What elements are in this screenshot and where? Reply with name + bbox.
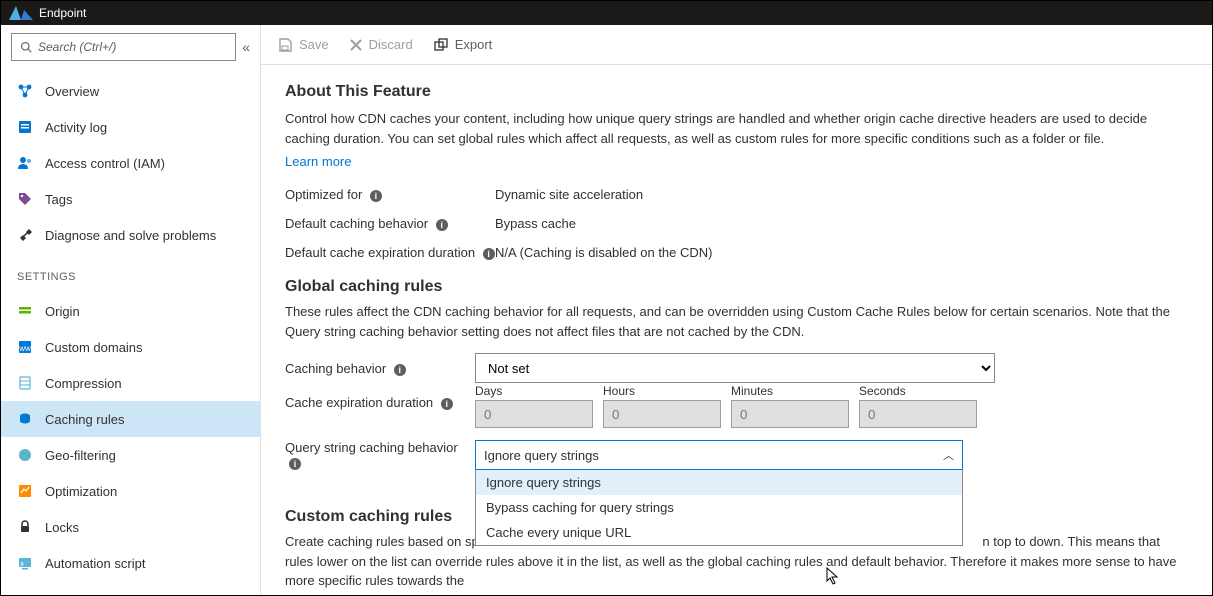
qscb-label: Query string caching behavior bbox=[285, 440, 458, 455]
info-icon[interactable]: i bbox=[483, 248, 495, 260]
overview-icon bbox=[17, 83, 33, 99]
caching-behavior-label: Caching behavior bbox=[285, 361, 386, 376]
days-input[interactable] bbox=[475, 400, 593, 428]
search-icon bbox=[20, 41, 32, 53]
nav-label: Locks bbox=[45, 520, 79, 535]
nav-label: Caching rules bbox=[45, 412, 125, 427]
minutes-label: Minutes bbox=[731, 384, 849, 398]
info-icon[interactable]: i bbox=[370, 190, 382, 202]
access-control-icon bbox=[17, 155, 33, 171]
search-placeholder: Search (Ctrl+/) bbox=[38, 40, 116, 54]
info-icon[interactable]: i bbox=[441, 398, 453, 410]
info-icon[interactable]: i bbox=[394, 364, 406, 376]
seconds-label: Seconds bbox=[859, 384, 977, 398]
qscb-option-cache-unique[interactable]: Cache every unique URL bbox=[476, 520, 962, 545]
global-rules-heading: Global caching rules bbox=[285, 278, 1177, 296]
content-pane: Save Discard Export About This Feature C… bbox=[261, 25, 1212, 595]
info-icon[interactable]: i bbox=[289, 458, 301, 470]
qscb-value: Ignore query strings bbox=[484, 448, 599, 463]
days-label: Days bbox=[475, 384, 593, 398]
breadcrumb: Endpoint bbox=[39, 6, 86, 20]
save-label: Save bbox=[299, 37, 329, 52]
nav-origin[interactable]: Origin bbox=[1, 293, 260, 329]
about-desc: Control how CDN caches your content, inc… bbox=[285, 109, 1177, 148]
global-rules-desc: These rules affect the CDN caching behav… bbox=[285, 302, 1177, 341]
nav-geo-filtering[interactable]: Geo-filtering bbox=[1, 437, 260, 473]
save-button[interactable]: Save bbox=[277, 37, 329, 53]
settings-section-label: SETTINGS bbox=[1, 257, 260, 289]
compression-icon bbox=[17, 375, 33, 391]
nav-label: Diagnose and solve problems bbox=[45, 228, 216, 243]
nav-compression[interactable]: Compression bbox=[1, 365, 260, 401]
nav-label: Automation script bbox=[45, 556, 145, 571]
qscb-select[interactable]: Ignore query strings ︿ bbox=[475, 440, 963, 470]
diagnose-icon bbox=[17, 227, 33, 243]
learn-more-link[interactable]: Learn more bbox=[285, 154, 351, 169]
caching-rules-icon bbox=[17, 411, 33, 427]
caching-behavior-select[interactable]: Not set bbox=[475, 353, 995, 383]
nav-label: Overview bbox=[45, 84, 99, 99]
nav-custom-domains[interactable]: ww Custom domains bbox=[1, 329, 260, 365]
nav-label: Access control (IAM) bbox=[45, 156, 165, 171]
cache-expiration-label: Cache expiration duration bbox=[285, 395, 433, 410]
optimized-for-label: Optimized for bbox=[285, 187, 362, 202]
sidebar: Search (Ctrl+/) « Overview Activity log … bbox=[1, 25, 261, 595]
toolbar: Save Discard Export bbox=[261, 25, 1212, 65]
hours-label: Hours bbox=[603, 384, 721, 398]
discard-label: Discard bbox=[369, 37, 413, 52]
nav-label: Optimization bbox=[45, 484, 117, 499]
hours-input[interactable] bbox=[603, 400, 721, 428]
info-icon[interactable]: i bbox=[436, 219, 448, 231]
minutes-input[interactable] bbox=[731, 400, 849, 428]
export-button[interactable]: Export bbox=[433, 37, 493, 53]
discard-button[interactable]: Discard bbox=[349, 37, 413, 52]
nav-access-control[interactable]: Access control (IAM) bbox=[1, 145, 260, 181]
automation-script-icon bbox=[17, 555, 33, 571]
tags-icon bbox=[17, 191, 33, 207]
nav-label: Compression bbox=[45, 376, 122, 391]
save-icon bbox=[277, 37, 293, 53]
origin-icon bbox=[17, 303, 33, 319]
svg-text:ww: ww bbox=[18, 344, 31, 353]
nav-optimization[interactable]: Optimization bbox=[1, 473, 260, 509]
nav-label: Tags bbox=[45, 192, 72, 207]
nav-label: Origin bbox=[45, 304, 80, 319]
nav-label: Activity log bbox=[45, 120, 107, 135]
default-expiration-label: Default cache expiration duration bbox=[285, 245, 475, 260]
custom-domains-icon: ww bbox=[17, 339, 33, 355]
qscb-option-bypass[interactable]: Bypass caching for query strings bbox=[476, 495, 962, 520]
export-label: Export bbox=[455, 37, 493, 52]
about-heading: About This Feature bbox=[285, 83, 1177, 101]
nav-label: Geo-filtering bbox=[45, 448, 116, 463]
seconds-input[interactable] bbox=[859, 400, 977, 428]
locks-icon bbox=[17, 519, 33, 535]
default-caching-label: Default caching behavior bbox=[285, 216, 428, 231]
discard-icon bbox=[349, 38, 363, 52]
nav-activity-log[interactable]: Activity log bbox=[1, 109, 260, 145]
chevron-up-icon: ︿ bbox=[943, 447, 954, 463]
activity-log-icon bbox=[17, 119, 33, 135]
nav-locks[interactable]: Locks bbox=[1, 509, 260, 545]
nav-caching-rules[interactable]: Caching rules bbox=[1, 401, 260, 437]
geo-filtering-icon bbox=[17, 447, 33, 463]
optimization-icon bbox=[17, 483, 33, 499]
nav-diagnose[interactable]: Diagnose and solve problems bbox=[1, 217, 260, 253]
nav-automation-script[interactable]: Automation script bbox=[1, 545, 260, 581]
nav-label: Custom domains bbox=[45, 340, 143, 355]
optimized-for-value: Dynamic site acceleration bbox=[495, 187, 643, 202]
qscb-option-ignore[interactable]: Ignore query strings bbox=[476, 470, 962, 495]
nav-overview[interactable]: Overview bbox=[1, 73, 260, 109]
topbar: Endpoint bbox=[1, 1, 1212, 25]
azure-logo-icon bbox=[9, 6, 33, 20]
default-caching-value: Bypass cache bbox=[495, 216, 576, 231]
search-input[interactable]: Search (Ctrl+/) bbox=[11, 33, 236, 61]
collapse-sidebar-icon[interactable]: « bbox=[242, 39, 250, 55]
export-icon bbox=[433, 37, 449, 53]
nav-tags[interactable]: Tags bbox=[1, 181, 260, 217]
qscb-dropdown: Ignore query strings Bypass caching for … bbox=[475, 469, 963, 546]
default-expiration-value: N/A (Caching is disabled on the CDN) bbox=[495, 245, 713, 260]
